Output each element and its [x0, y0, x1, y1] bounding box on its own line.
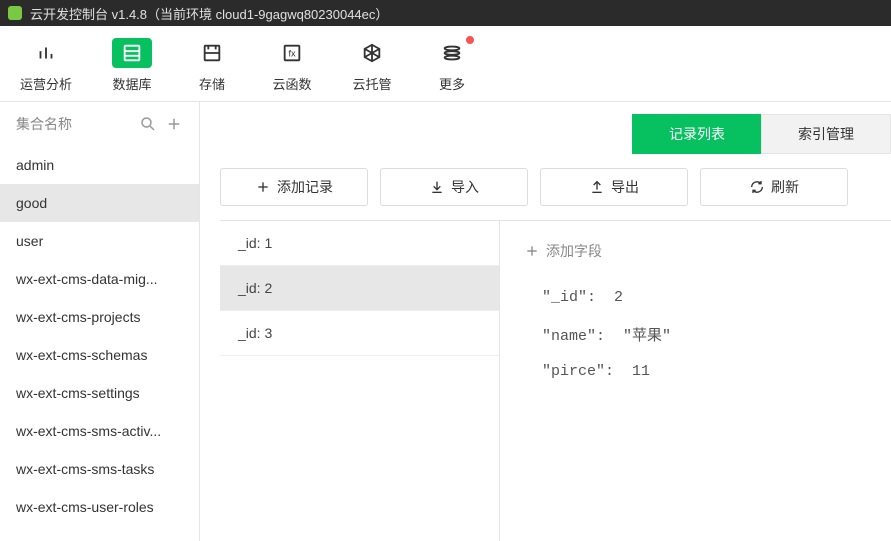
tabs: 记录列表 索引管理 — [632, 114, 891, 154]
tool-functions[interactable]: fx 云函数 — [272, 38, 312, 93]
tool-label: 运营分析 — [20, 74, 72, 93]
import-icon — [429, 179, 445, 195]
notification-dot — [466, 36, 474, 44]
content: 记录列表 索引管理 添加记录 导入 导出 刷新 — [200, 102, 891, 541]
field-key: "_id": — [542, 289, 596, 306]
button-label: 导出 — [611, 177, 639, 197]
export-icon — [589, 179, 605, 195]
record-detail: 添加字段 "_id": 2 "name": "苹果" "pirce": 11 — [500, 221, 891, 541]
titlebar-text: 云开发控制台 v1.4.8（当前环境 cloud1-9gagwq80230044… — [30, 4, 388, 23]
tool-label: 数据库 — [113, 74, 152, 93]
field-value: "苹果" — [623, 328, 671, 345]
titlebar: 云开发控制台 v1.4.8（当前环境 cloud1-9gagwq80230044… — [0, 0, 891, 26]
field-row[interactable]: "name": "苹果" — [524, 324, 867, 345]
tool-hosting[interactable]: 云托管 — [352, 38, 392, 93]
collection-item[interactable]: good — [0, 184, 199, 222]
refresh-icon — [749, 179, 765, 195]
sidebar-header: 集合名称 — [0, 102, 199, 146]
import-button[interactable]: 导入 — [380, 168, 528, 206]
collection-item[interactable]: wx-ext-cms-data-mig... — [0, 260, 199, 298]
tab-records[interactable]: 记录列表 — [632, 114, 761, 154]
svg-text:fx: fx — [288, 49, 296, 59]
tool-label: 存储 — [199, 74, 225, 93]
tool-analytics[interactable]: 运营分析 — [20, 38, 72, 93]
collection-list: admin good user wx-ext-cms-data-mig... w… — [0, 146, 199, 541]
tool-label: 云托管 — [353, 74, 392, 93]
tool-more[interactable]: 更多 — [432, 38, 472, 93]
collection-item[interactable]: wx-ext-cms-sms-tasks — [0, 450, 199, 488]
field-value: 11 — [632, 363, 650, 380]
collection-item[interactable]: admin — [0, 146, 199, 184]
tool-label: 云函数 — [273, 74, 312, 93]
tool-label: 更多 — [439, 74, 465, 93]
refresh-button[interactable]: 刷新 — [700, 168, 848, 206]
sidebar: 集合名称 admin good user wx-ext-cms-data-mig… — [0, 102, 200, 541]
field-key: "name": — [542, 328, 605, 345]
add-field-label: 添加字段 — [546, 241, 602, 261]
export-button[interactable]: 导出 — [540, 168, 688, 206]
plus-icon — [524, 243, 540, 259]
sidebar-header-label: 集合名称 — [16, 114, 131, 134]
storage-icon — [192, 38, 232, 68]
field-row[interactable]: "_id": 2 — [524, 289, 867, 306]
button-label: 添加记录 — [277, 177, 333, 197]
app-icon — [8, 6, 22, 20]
collection-item[interactable]: wx-ext-cms-projects — [0, 298, 199, 336]
field-value: 2 — [614, 289, 623, 306]
field-row[interactable]: "pirce": 11 — [524, 363, 867, 380]
field-key: "pirce": — [542, 363, 614, 380]
main: 集合名称 admin good user wx-ext-cms-data-mig… — [0, 102, 891, 541]
collection-item[interactable]: wx-ext-cms-schemas — [0, 336, 199, 374]
record-item[interactable]: _id: 2 — [220, 266, 499, 311]
search-icon[interactable] — [139, 115, 157, 133]
analytics-icon — [26, 38, 66, 68]
record-list: _id: 1 _id: 2 _id: 3 — [220, 221, 500, 541]
button-label: 导入 — [451, 177, 479, 197]
tool-storage[interactable]: 存储 — [192, 38, 232, 93]
database-icon — [112, 38, 152, 68]
add-field-button[interactable]: 添加字段 — [524, 241, 867, 261]
tabs-row: 记录列表 索引管理 — [220, 102, 891, 168]
actions-row: 添加记录 导入 导出 刷新 — [220, 168, 891, 220]
collection-item[interactable]: wx-ext-cms-sms-activ... — [0, 412, 199, 450]
collection-item[interactable]: user — [0, 222, 199, 260]
plus-icon — [255, 179, 271, 195]
button-label: 刷新 — [771, 177, 799, 197]
collection-item[interactable]: wx-ext-cms-user-roles — [0, 488, 199, 526]
collection-item[interactable]: wx-ext-cms-settings — [0, 374, 199, 412]
tab-indexes[interactable]: 索引管理 — [761, 114, 891, 154]
toolbar: 运营分析 数据库 存储 fx 云函数 云托管 更多 — [0, 26, 891, 102]
add-collection-icon[interactable] — [165, 115, 183, 133]
record-item[interactable]: _id: 1 — [220, 221, 499, 266]
hosting-icon — [352, 38, 392, 68]
record-item[interactable]: _id: 3 — [220, 311, 499, 356]
functions-icon: fx — [272, 38, 312, 68]
add-record-button[interactable]: 添加记录 — [220, 168, 368, 206]
tool-database[interactable]: 数据库 — [112, 38, 152, 93]
data-area: _id: 1 _id: 2 _id: 3 添加字段 "_id": 2 "name… — [220, 220, 891, 541]
